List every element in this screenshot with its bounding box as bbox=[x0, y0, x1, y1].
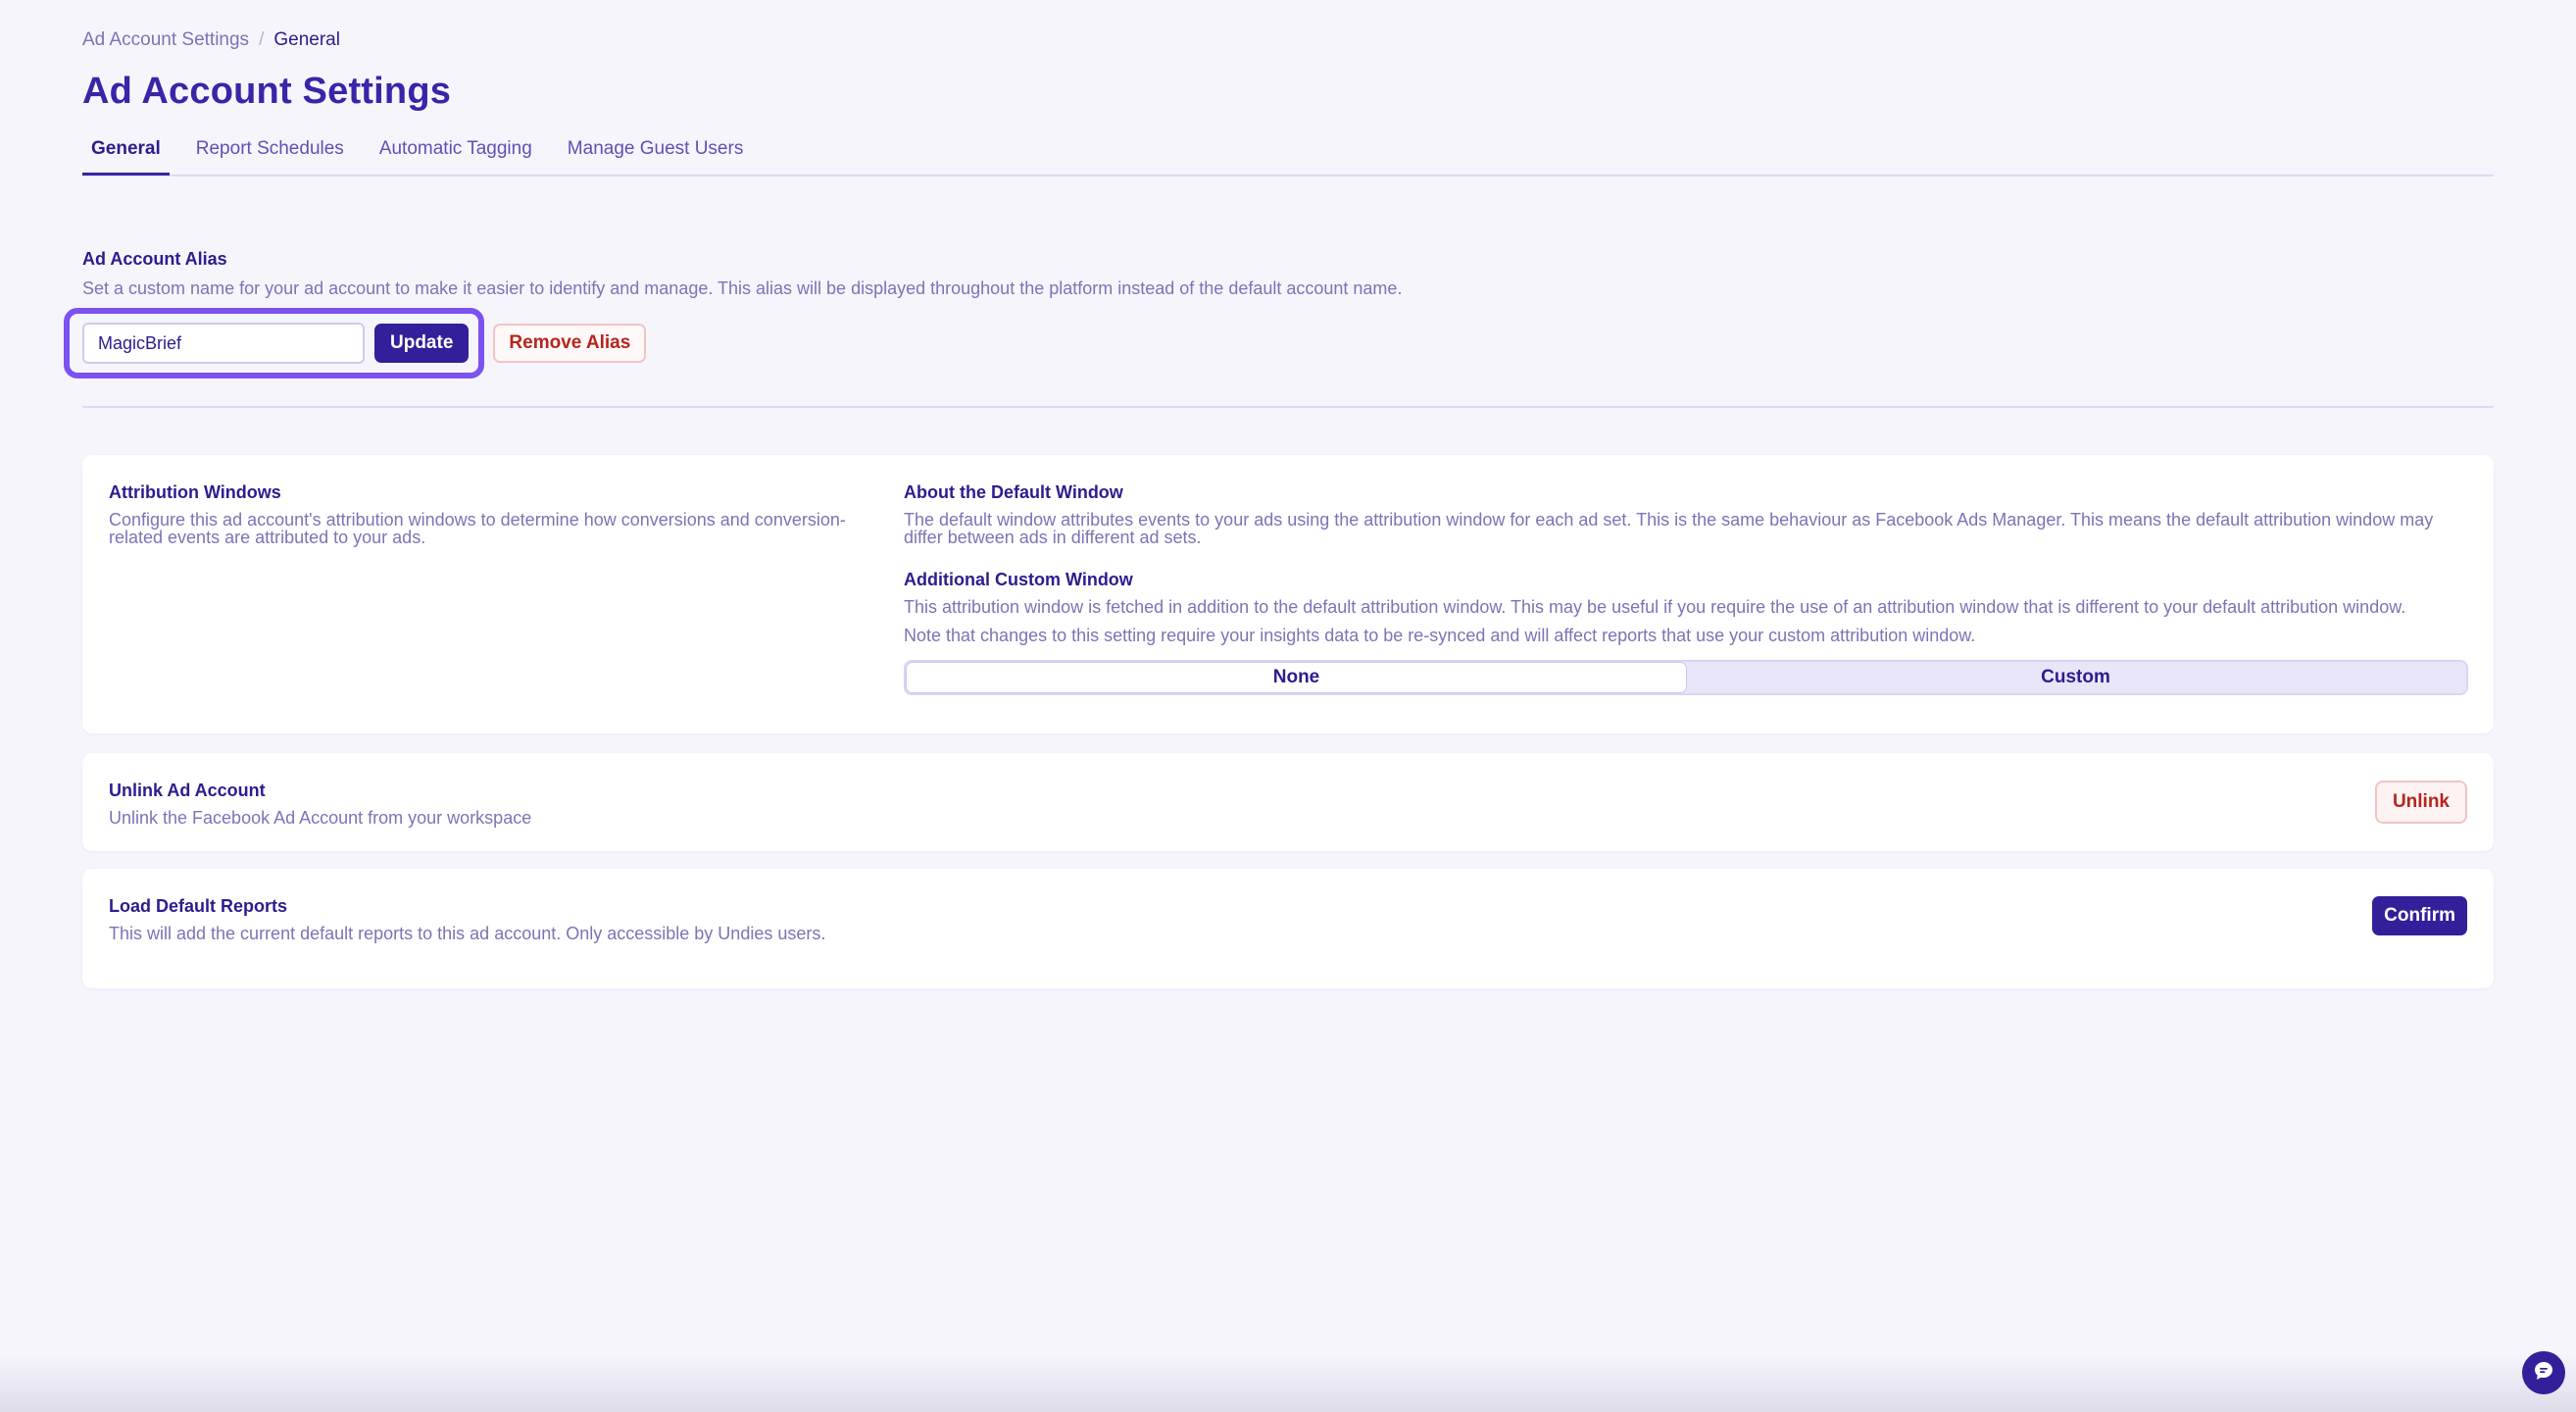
bottom-shade bbox=[0, 1353, 2576, 1412]
attribution-heading: Attribution Windows bbox=[109, 482, 281, 502]
chat-launcher-button[interactable] bbox=[2522, 1351, 2565, 1394]
custom-window-toggle: None Custom bbox=[904, 660, 2468, 695]
breadcrumb-current: General bbox=[273, 29, 340, 50]
unlink-text: Unlink Ad Account Unlink the Facebook Ad… bbox=[109, 781, 883, 827]
alias-description: Set a custom name for your ad account to… bbox=[82, 278, 1403, 298]
alias-heading: Ad Account Alias bbox=[82, 249, 227, 269]
alias-section: Ad Account Alias Set a custom name for y… bbox=[64, 249, 2494, 378]
attribution-details: About the Default Window The default win… bbox=[904, 482, 2468, 695]
tab-general[interactable]: General bbox=[82, 133, 170, 176]
remove-alias-button[interactable]: Remove Alias bbox=[493, 324, 647, 363]
breadcrumb: Ad Account Settings / General bbox=[82, 29, 340, 51]
custom-window-heading: Additional Custom Window bbox=[904, 570, 1133, 589]
settings-tabs: General Report Schedules Automatic Taggi… bbox=[82, 133, 2494, 176]
custom-window-note: Note that changes to this setting requir… bbox=[904, 626, 1976, 645]
unlink-button[interactable]: Unlink bbox=[2374, 781, 2467, 824]
load-reports-heading: Load Default Reports bbox=[109, 896, 288, 916]
unlink-description: Unlink the Facebook Ad Account from your… bbox=[109, 808, 532, 828]
tab-report-schedules[interactable]: Report Schedules bbox=[187, 133, 353, 173]
attribution-intro: Attribution Windows Configure this ad ac… bbox=[109, 482, 883, 546]
tab-manage-guest-users[interactable]: Manage Guest Users bbox=[559, 133, 753, 173]
segment-custom[interactable]: Custom bbox=[1686, 663, 2465, 692]
attribution-description: Configure this ad account's attribution … bbox=[109, 510, 846, 547]
breadcrumb-parent-link[interactable]: Ad Account Settings bbox=[82, 29, 249, 51]
custom-window-text: This attribution window is fetched in ad… bbox=[904, 597, 2406, 617]
default-window-heading: About the Default Window bbox=[904, 482, 1123, 502]
unlink-heading: Unlink Ad Account bbox=[109, 781, 266, 800]
alias-input[interactable] bbox=[82, 323, 365, 364]
tab-automatic-tagging[interactable]: Automatic Tagging bbox=[371, 133, 541, 173]
unlink-account-card: Unlink Ad Account Unlink the Facebook Ad… bbox=[82, 753, 2494, 851]
load-default-reports-card: Load Default Reports This will add the c… bbox=[82, 869, 2494, 988]
chat-bubble-icon bbox=[2532, 1359, 2555, 1387]
breadcrumb-separator: / bbox=[259, 29, 265, 50]
load-reports-description: This will add the current default report… bbox=[109, 924, 826, 943]
confirm-load-reports-button[interactable]: Confirm bbox=[2372, 896, 2467, 935]
alias-controls: Update Remove Alias bbox=[64, 308, 647, 378]
section-divider bbox=[82, 406, 2494, 408]
page-title: Ad Account Settings bbox=[82, 71, 452, 112]
load-reports-text: Load Default Reports This will add the c… bbox=[109, 896, 883, 942]
segment-none[interactable]: None bbox=[907, 663, 1686, 692]
alias-highlight-box: Update bbox=[64, 308, 485, 378]
attribution-windows-card: Attribution Windows Configure this ad ac… bbox=[82, 455, 2494, 733]
update-alias-button[interactable]: Update bbox=[374, 324, 470, 363]
default-window-text: The default window attributes events to … bbox=[904, 510, 2434, 547]
